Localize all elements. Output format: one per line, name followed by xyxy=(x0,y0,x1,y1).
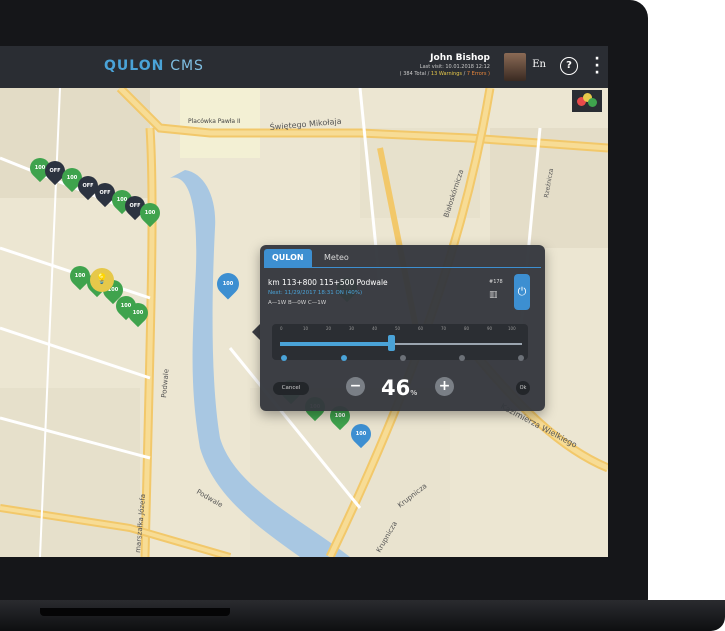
slider-tick: 0 xyxy=(280,326,283,331)
layers-icon[interactable] xyxy=(572,90,602,112)
next-schedule: Next: 11/29/2017 18:31 ON (40%) xyxy=(268,290,363,296)
mode-marker[interactable] xyxy=(400,355,406,361)
cancel-button[interactable]: Cancel xyxy=(273,382,309,395)
stats-total: ( 384 Total / xyxy=(399,71,430,77)
app-screen: Placówka Pawła II Świętego Mikołaja Biał… xyxy=(0,46,608,557)
slider-tick: 90 xyxy=(487,326,493,331)
device-id: #178 xyxy=(489,279,503,285)
increase-button[interactable]: + xyxy=(435,377,454,396)
tab-underline xyxy=(264,267,541,268)
lamp-pin-label: 100 xyxy=(132,310,144,316)
slider-tick: 60 xyxy=(418,326,424,331)
user-info[interactable]: John Bishop Last visit: 10.01.2018 12:12… xyxy=(400,53,490,77)
stats-errors[interactable]: 7 Errors ) xyxy=(467,71,490,77)
lamp-control-popup: QULON Meteo km 113+800 115+500 Podwale N… xyxy=(260,245,545,411)
last-visit: Last visit: 10.01.2018 12:12 xyxy=(419,64,490,70)
tab-meteo[interactable]: Meteo xyxy=(316,249,357,267)
avatar[interactable] xyxy=(504,53,526,81)
slider-handle[interactable] xyxy=(388,335,396,351)
mode-marker[interactable] xyxy=(459,355,465,361)
dimming-value: 46% xyxy=(381,376,417,400)
slider-tick: 10 xyxy=(303,326,309,331)
logo-secondary: CMS xyxy=(170,58,204,74)
dimming-unit: % xyxy=(410,389,418,397)
slider-tick: 20 xyxy=(326,326,332,331)
laptop: Placówka Pawła II Świętego Mikołaja Biał… xyxy=(0,0,725,631)
slider-tick: 40 xyxy=(372,326,378,331)
app-logo[interactable]: QULON CMS xyxy=(104,58,204,74)
layer-dot xyxy=(588,98,597,107)
logo-primary: QULON xyxy=(104,58,165,74)
popup-pointer xyxy=(252,324,260,340)
laptop-notch xyxy=(40,608,230,616)
power-button[interactable]: ⏻ xyxy=(514,274,530,310)
mode-values: A—1W B—0W C—1W xyxy=(268,300,327,306)
lamp-pin-label: 100 xyxy=(355,431,367,437)
map-canvas[interactable]: Placówka Pawła II Świętego Mikołaja Biał… xyxy=(0,84,608,557)
stats-separator: / xyxy=(463,71,466,77)
slider-fill xyxy=(280,342,392,346)
user-name: John Bishop xyxy=(430,53,490,63)
slider-tick: 100 xyxy=(508,326,516,331)
slider-tick: 30 xyxy=(349,326,355,331)
ok-button[interactable]: Ok xyxy=(516,381,530,395)
mode-marker[interactable] xyxy=(341,355,347,361)
slider-tick: 80 xyxy=(464,326,470,331)
lamp-title: km 113+800 115+500 Podwale xyxy=(268,278,388,287)
menu-icon[interactable]: · · · xyxy=(594,52,600,80)
stats-warnings[interactable]: 13 Warnings xyxy=(431,71,462,77)
language-selector[interactable]: En xyxy=(532,59,546,70)
street-label: Placówka Pawła II xyxy=(188,118,241,125)
decrease-button[interactable]: − xyxy=(346,377,365,396)
app-header: QULON CMS John Bishop Last visit: 10.01.… xyxy=(0,46,608,88)
chart-icon[interactable]: ▥ xyxy=(489,290,498,300)
slider-tick: 50 xyxy=(395,326,401,331)
lamp-pin-label: 100 xyxy=(144,210,156,216)
dimming-value-number: 46 xyxy=(381,376,411,400)
lightbulb-icon[interactable]: 💡 xyxy=(90,268,114,292)
selected-lamp-pin-label: 100 xyxy=(222,281,234,287)
tab-qulon[interactable]: QULON xyxy=(264,249,312,267)
mode-marker[interactable] xyxy=(281,355,287,361)
slider-tick: 70 xyxy=(441,326,447,331)
device-stats: ( 384 Total / 13 Warnings / 7 Errors ) xyxy=(400,71,490,77)
help-icon[interactable]: ? xyxy=(560,57,578,75)
mode-marker[interactable] xyxy=(518,355,524,361)
